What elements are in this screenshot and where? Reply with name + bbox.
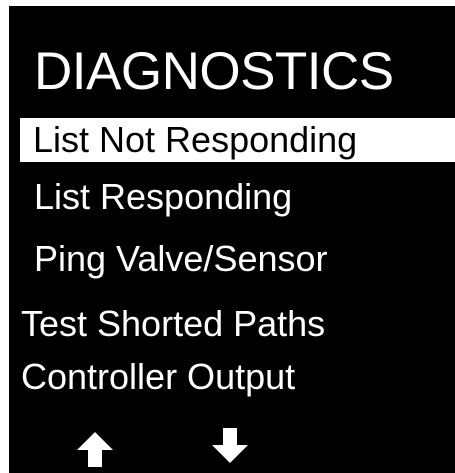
page-title: DIAGNOSTICS (34, 42, 394, 101)
menu-item-controller-output[interactable]: Controller Output (21, 356, 295, 398)
menu-item-list-responding[interactable]: List Responding (34, 176, 292, 218)
menu-item-test-shorted-paths[interactable]: Test Shorted Paths (21, 303, 325, 345)
menu-item-label: List Not Responding (33, 119, 358, 160)
menu-item-ping-valve-sensor[interactable]: Ping Valve/Sensor (34, 238, 328, 280)
diagnostics-screen: DIAGNOSTICS List Not Responding List Res… (9, 6, 455, 473)
arrow-down-icon[interactable] (211, 427, 249, 465)
menu-item-list-not-responding[interactable]: List Not Responding (20, 118, 455, 162)
arrow-up-icon[interactable] (76, 430, 114, 468)
